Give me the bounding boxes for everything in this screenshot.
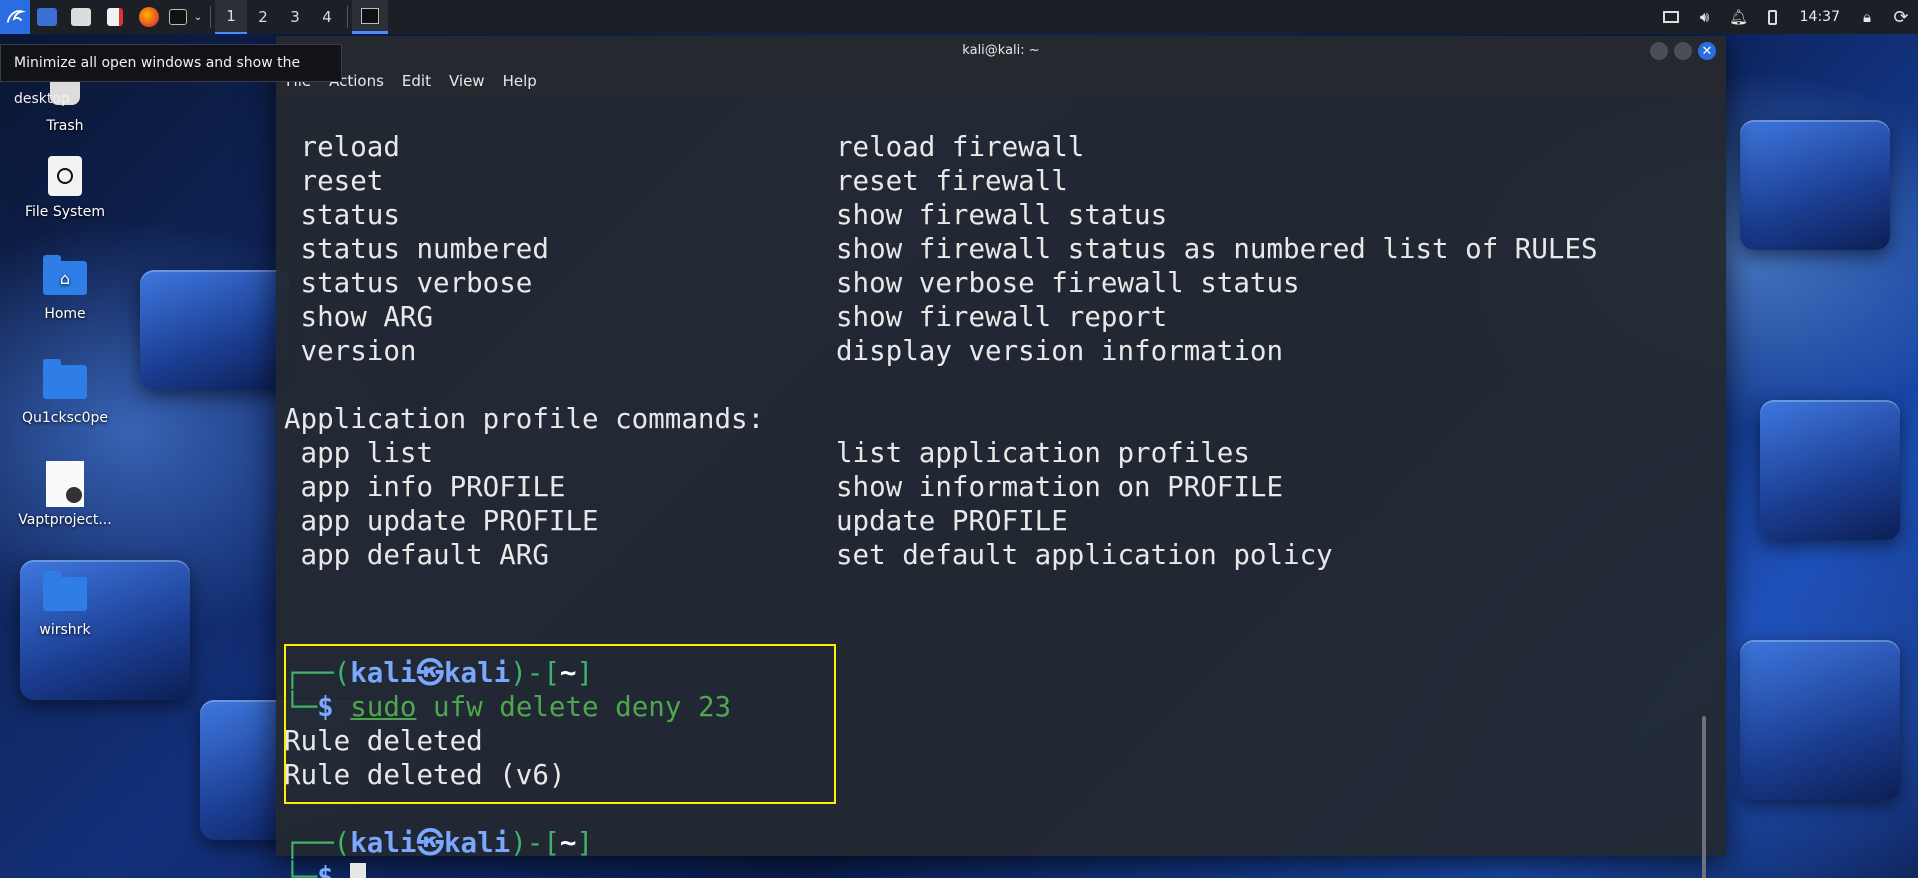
launcher-dropdown[interactable]: ⌄	[190, 0, 206, 34]
drive-icon	[41, 152, 89, 200]
desktop-icon-home[interactable]: ⌂ Home	[0, 254, 130, 322]
workspace-1[interactable]: 1	[215, 0, 247, 34]
speaker-icon: 🔊︎	[1699, 8, 1710, 26]
terminal-line-desc: update PROFILE	[836, 505, 1068, 537]
firefox-icon	[139, 7, 159, 27]
terminal-line-desc: reload firewall	[836, 131, 1085, 163]
terminal-line-desc: show firewall status as numbered list of…	[836, 233, 1598, 265]
desktop-icon-label: File System	[24, 204, 106, 220]
power-manager-tray-button[interactable]	[1756, 0, 1790, 34]
terminal-line-desc: show information on PROFILE	[836, 471, 1284, 503]
terminal-scrollbar[interactable]	[1702, 716, 1706, 878]
terminal-line-desc: reset firewall	[836, 165, 1068, 197]
lock-screen-button[interactable]: 🔒︎	[1850, 0, 1884, 34]
top-panel: ⌄ 1 2 3 4 🔊︎ 🔔︎ 14:37 🔒︎ ⟳	[0, 0, 1918, 34]
menu-edit[interactable]: Edit	[402, 72, 431, 90]
desktop-icon-label: Vaptproject...	[18, 512, 112, 528]
workspace-label: 3	[290, 8, 300, 26]
clock[interactable]: 14:37	[1790, 9, 1850, 25]
terminal-launcher[interactable]	[166, 0, 190, 34]
bell-icon: 🔔︎	[1729, 8, 1749, 26]
workspace-label: 1	[226, 7, 236, 25]
window-menubar: File Actions Edit View Help	[276, 66, 1726, 96]
terminal-line: app info PROFILE	[284, 471, 566, 503]
document-shortcut-icon	[41, 460, 89, 508]
folder-icon	[41, 358, 89, 406]
terminal-line-desc: display version information	[836, 335, 1284, 367]
terminal-window[interactable]: kali@kali: ~ ✕ File Actions Edit View He…	[276, 36, 1726, 878]
display-tray-button[interactable]	[1654, 0, 1688, 34]
battery-icon	[1768, 9, 1778, 25]
desktop-icon-label: Trash	[46, 118, 84, 134]
workspace-2[interactable]: 2	[247, 0, 279, 34]
workspace-label: 2	[258, 8, 268, 26]
menu-help[interactable]: Help	[503, 72, 537, 90]
terminal-line: show ARG	[284, 301, 434, 333]
desktop-icon	[37, 8, 57, 26]
terminal-line: status verbose	[284, 267, 533, 299]
terminal-line: reset	[284, 165, 384, 197]
terminal-line-desc: show firewall status	[836, 199, 1168, 231]
highlight-box	[284, 644, 836, 804]
window-titlebar[interactable]: kali@kali: ~ ✕	[276, 36, 1726, 66]
shell-input-line[interactable]: └─$	[284, 860, 367, 878]
terminal-output[interactable]: reload reload firewall reset reset firew…	[284, 96, 1710, 878]
desktop-icon-qu1cksc0pe[interactable]: Qu1cksc0pe	[0, 358, 130, 426]
terminal-line: app list	[284, 437, 434, 469]
terminal-icon	[169, 9, 187, 25]
desktop-icon-label: Qu1cksc0pe	[21, 410, 108, 426]
minimize-button[interactable]	[1650, 42, 1668, 60]
terminal-line: app default ARG	[284, 539, 549, 571]
desktop-icon-file-system[interactable]: File System	[0, 152, 130, 220]
file-manager-launcher[interactable]	[64, 0, 98, 34]
text-editor-launcher[interactable]	[98, 0, 132, 34]
terminal-line: status numbered	[284, 233, 549, 265]
firefox-launcher[interactable]	[132, 0, 166, 34]
text-editor-icon	[107, 8, 123, 26]
kali-dragon-icon	[6, 10, 26, 23]
desktop-icon-label: wirshrk	[39, 622, 91, 638]
terminal-line: status	[284, 199, 400, 231]
folder-icon	[71, 8, 91, 26]
menu-view[interactable]: View	[449, 72, 485, 90]
folder-icon	[41, 570, 89, 618]
workspace-4[interactable]: 4	[311, 0, 343, 34]
home-folder-icon: ⌂	[41, 254, 89, 302]
terminal-line: version	[284, 335, 417, 367]
logout-button[interactable]: ⟳	[1884, 0, 1918, 34]
taskbar-terminal-window[interactable]	[352, 0, 388, 34]
terminal-line: app update PROFILE	[284, 505, 599, 537]
volume-tray-button[interactable]: 🔊︎	[1688, 0, 1722, 34]
panel-separator	[347, 6, 348, 28]
workspace-3[interactable]: 3	[279, 0, 311, 34]
workspace-label: 4	[322, 8, 332, 26]
show-desktop-button[interactable]	[30, 0, 64, 34]
terminal-icon	[361, 7, 379, 24]
lock-icon: 🔒︎	[1863, 8, 1871, 26]
terminal-line: reload	[284, 131, 400, 163]
desktop-icon-vaptproject[interactable]: Vaptproject...	[0, 460, 130, 528]
terminal-section-header: Application profile commands:	[284, 403, 765, 435]
close-icon: ✕	[1701, 43, 1713, 59]
terminal-line-desc: show verbose firewall status	[836, 267, 1300, 299]
close-button[interactable]: ✕	[1698, 42, 1716, 60]
panel-separator	[210, 6, 211, 28]
terminal-line-desc: show firewall report	[836, 301, 1168, 333]
maximize-button[interactable]	[1674, 42, 1692, 60]
window-title: kali@kali: ~	[962, 43, 1040, 58]
notifications-tray-button[interactable]: 🔔︎	[1722, 0, 1756, 34]
desktop-icon-label: Home	[44, 306, 86, 322]
terminal-line-desc: list application profiles	[836, 437, 1250, 469]
shell-prompt: ┌──(kali㉿kali)-[~]	[284, 827, 593, 859]
terminal-line-desc: set default application policy	[836, 539, 1333, 571]
kali-menu-button[interactable]	[0, 0, 30, 34]
text-cursor	[350, 863, 367, 878]
desktop-icon-wirshrk[interactable]: wirshrk	[0, 570, 130, 638]
display-icon	[1662, 11, 1679, 23]
show-desktop-tooltip: Minimize all open windows and show the d…	[0, 44, 342, 107]
system-tray: 🔊︎ 🔔︎ 14:37 🔒︎ ⟳	[1654, 0, 1918, 34]
chevron-down-icon: ⌄	[193, 11, 203, 23]
power-icon: ⟳	[1893, 6, 1909, 28]
